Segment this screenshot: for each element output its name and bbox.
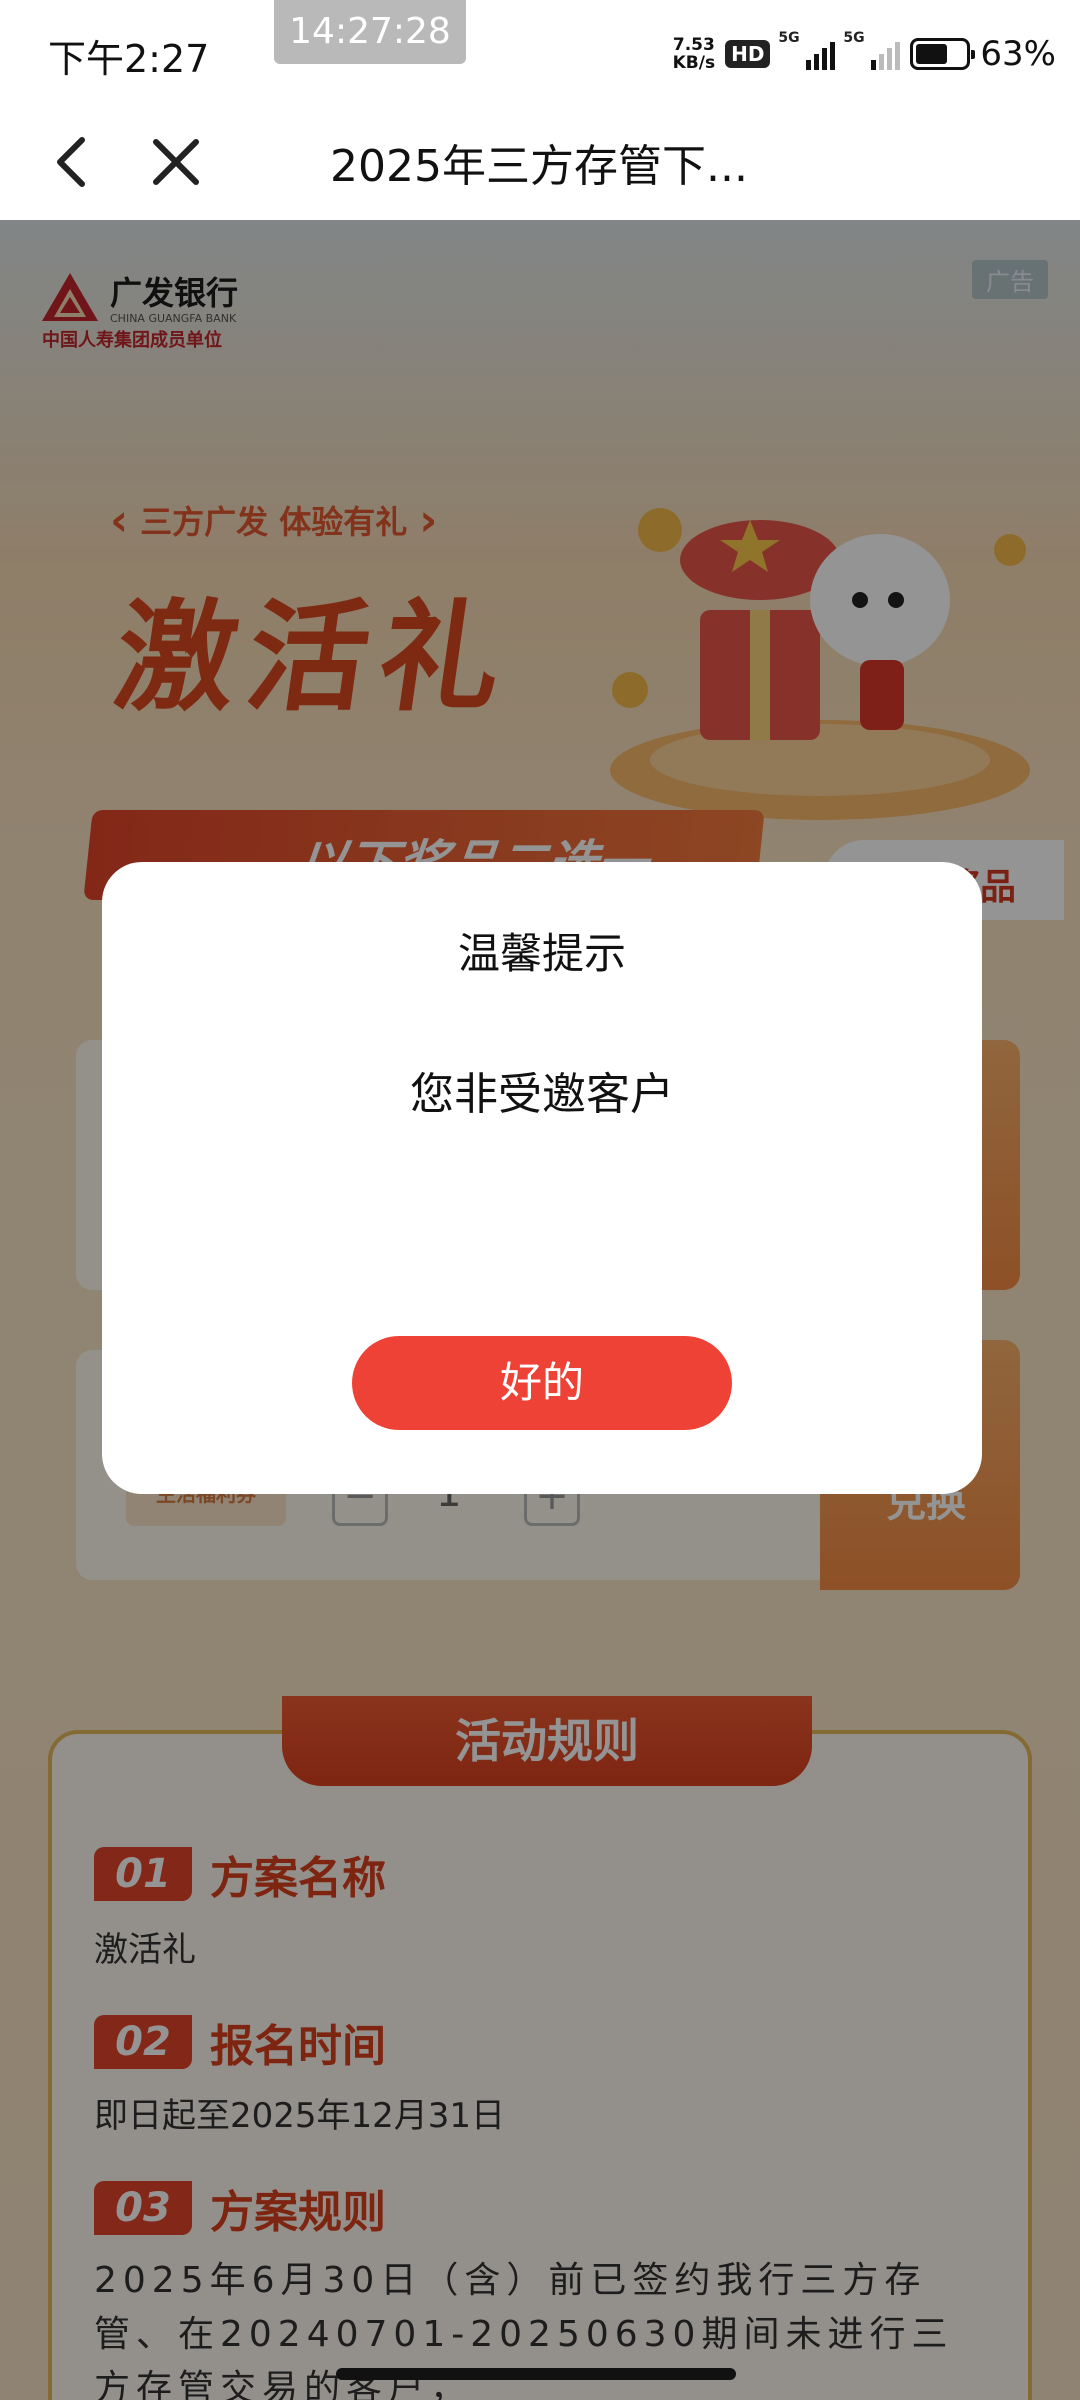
network-type-2: 5G [843, 30, 865, 46]
confirm-button[interactable]: 好的 [352, 1336, 732, 1430]
status-bar: 下午2:27 14:27:28 7.53 KB/s HD 5G 5G 63% [0, 0, 1080, 104]
battery-percent: 63% [980, 34, 1056, 74]
close-button[interactable] [140, 126, 212, 198]
network-type-1: 5G [778, 30, 800, 46]
back-button[interactable] [40, 126, 112, 198]
nav-bar: 2025年三方存管下... [0, 104, 1080, 220]
alert-dialog: 温馨提示 您非受邀客户 好的 [102, 862, 982, 1494]
close-icon [153, 139, 199, 185]
signal-icon-1: 5G [778, 30, 836, 70]
network-speed-value: 7.53 [672, 35, 715, 55]
page-title: 2025年三方存管下... [330, 141, 748, 192]
status-icons: 7.53 KB/s HD 5G 5G 63% [673, 30, 1056, 78]
status-clock-overlay: 14:27:28 [274, 0, 466, 64]
dialog-title: 温馨提示 [457, 929, 626, 978]
dialog-message: 您非受邀客户 [410, 1069, 674, 1120]
hd-icon: HD [725, 40, 771, 68]
status-time: 下午2:27 [48, 37, 210, 81]
home-indicator[interactable] [336, 2368, 736, 2380]
network-speed: 7.53 KB/s [673, 36, 715, 72]
network-speed-unit: KB/s [672, 53, 716, 73]
battery-icon [910, 38, 976, 70]
chevron-left-icon [57, 137, 85, 187]
signal-icon-2: 5G [843, 30, 901, 70]
